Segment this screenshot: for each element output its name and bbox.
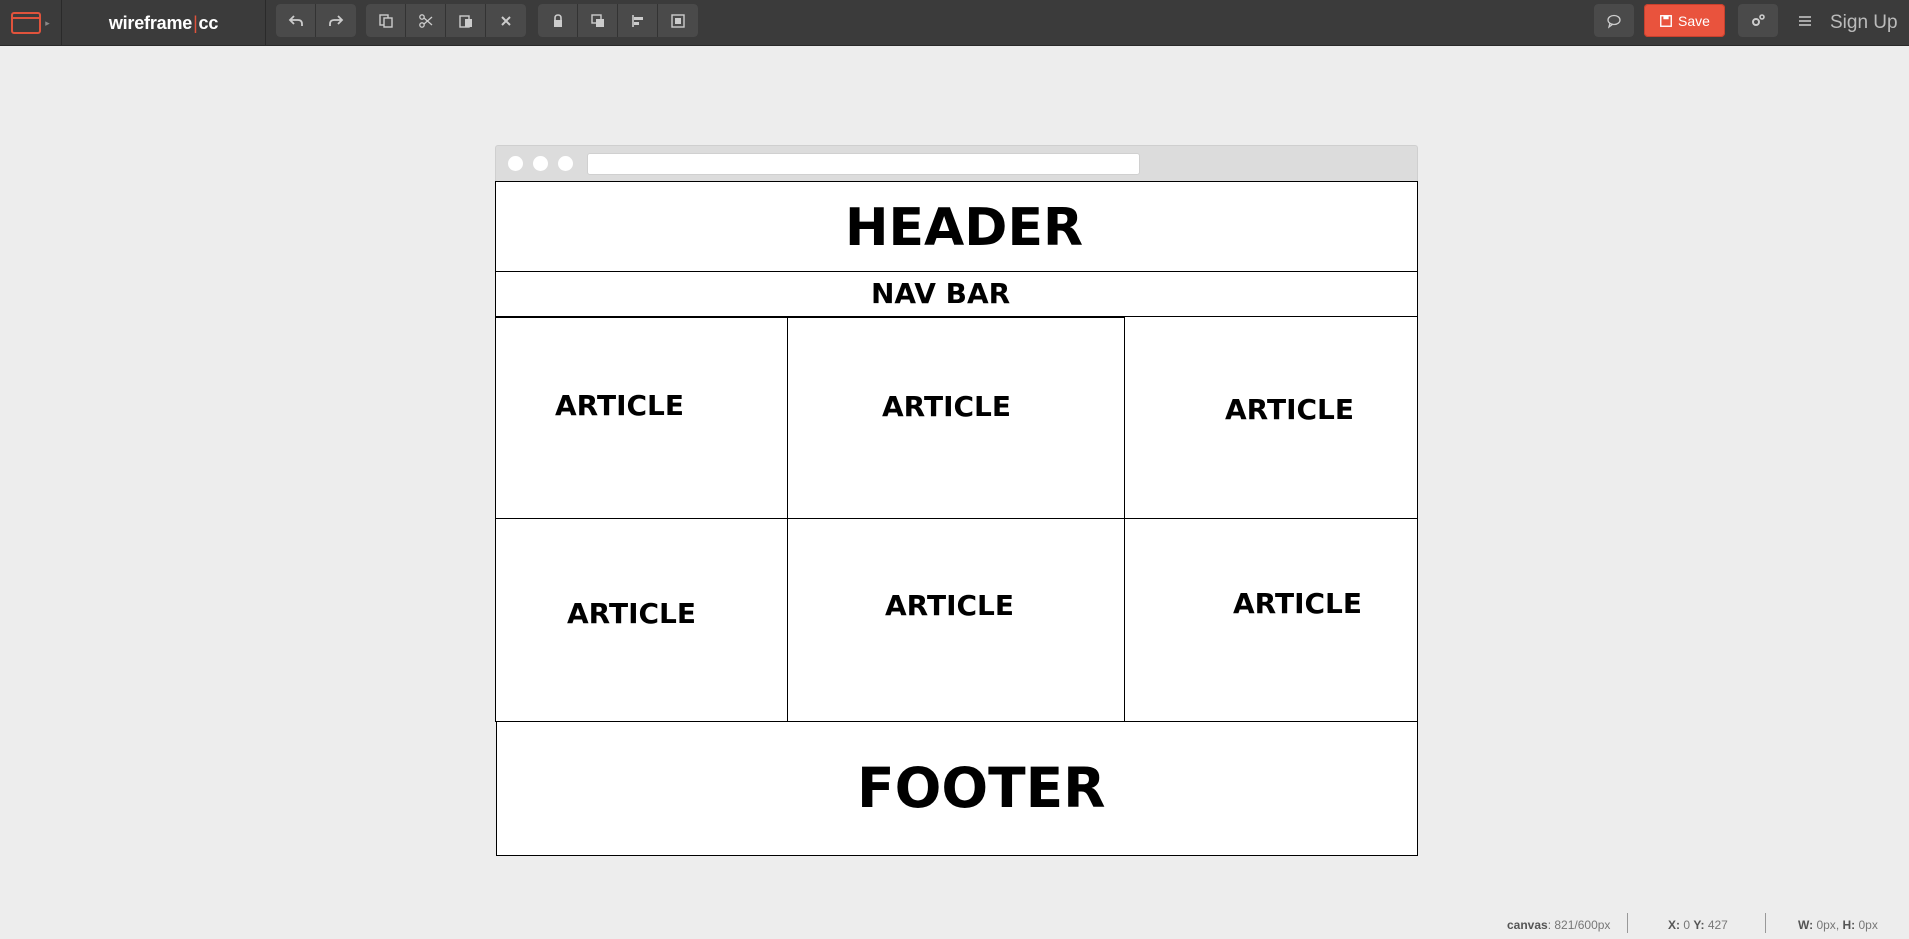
status-divider [1627,913,1628,933]
wireframe-footer[interactable]: FOOTER [496,721,1418,856]
wireframe-article[interactable]: ARTICLE [787,317,1125,519]
gears-icon [1752,13,1765,26]
arrange-group [538,4,698,37]
lock-button[interactable] [538,4,578,37]
settings-button[interactable] [1738,4,1778,37]
wireframe-article[interactable]: ARTICLE [1124,316,1418,519]
article-label: ARTICLE [555,389,685,422]
address-bar [587,153,1140,175]
hamburger-icon [1799,16,1811,26]
wireframe-article[interactable]: ARTICLE [1124,518,1418,722]
settings-group [1738,4,1778,37]
save-label: Save [1678,12,1710,29]
article-label: ARTICLE [1225,393,1355,426]
cut-icon [418,13,432,28]
cut-button[interactable] [406,4,446,37]
align-icon [631,14,643,27]
window-dot-icon [508,156,523,171]
brand-suffix: cc [198,12,219,33]
wireframe-article[interactable]: ARTICLE [787,518,1125,722]
canvas-size-value: 821/600px [1554,918,1611,932]
wireframe-article[interactable]: ARTICLE [495,518,788,722]
delete-icon [501,15,511,26]
speech-bubble-icon [1607,14,1621,29]
wireframe-article[interactable]: ARTICLE [495,317,788,519]
caret-right-icon: ▸ [45,17,50,28]
brand-separator: | [193,12,198,33]
brand-name: wireframe [108,12,193,33]
floppy-disk-icon [1660,14,1672,27]
comment-group [1594,4,1634,37]
y-label: Y: [1693,918,1705,932]
status-divider [1765,913,1766,933]
comment-button[interactable] [1594,4,1634,37]
align-button[interactable] [618,4,658,37]
y-value: 427 [1707,918,1728,932]
wireframe-header[interactable]: HEADER [495,181,1418,272]
undo-icon [288,14,303,26]
undo-button[interactable] [276,4,316,37]
lock-icon [553,13,562,27]
redo-button[interactable] [316,4,356,37]
footer-label: FOOTER [857,756,1106,820]
delete-button[interactable] [486,4,526,37]
group-button[interactable] [658,4,698,37]
article-label: ARTICLE [882,390,1012,423]
h-label: H: [1842,918,1856,932]
cursor-position-readout: X: 0 Y: 427 [1668,916,1728,934]
selection-size-readout: W: 0px, H: 0px [1798,918,1878,932]
menu-button[interactable] [1795,11,1815,31]
save-button[interactable]: Save [1644,4,1725,37]
sign-up-link[interactable]: Sign Up [1830,0,1898,46]
copy-button[interactable] [366,4,406,37]
window-icon [11,12,42,34]
app-menu-button[interactable]: ▸ [0,0,62,46]
group-icon [671,13,685,28]
paste-button[interactable] [446,4,486,37]
brand-logo: wireframe | cc [62,0,266,46]
wireframe-navbar[interactable]: NAV BAR [495,271,1418,317]
history-group [276,4,356,37]
header-label: HEADER [845,198,1084,258]
navbar-label: NAV BAR [871,277,1011,310]
article-label: ARTICLE [1233,587,1363,620]
article-label: ARTICLE [567,597,697,630]
w-label: W: [1798,918,1814,932]
article-label: ARTICLE [885,589,1015,622]
browser-chrome [495,145,1418,181]
canvas-size-label: canvas [1507,918,1548,932]
x-value: 0 [1683,918,1691,932]
copy-icon [378,13,393,28]
window-dot-icon [533,156,548,171]
x-label: X: [1668,918,1680,932]
bring-to-front-button[interactable] [578,4,618,37]
clipboard-group [366,4,526,37]
h-value: 0px [1858,918,1878,932]
top-toolbar: ▸ wireframe | cc Save Sign Up [0,0,1909,46]
redo-icon [329,14,344,26]
window-dot-icon [558,156,573,171]
canvas-size-readout: canvas: 821/600px [1507,918,1611,932]
w-value: 0px [1816,918,1836,932]
bring-to-front-icon [590,13,604,27]
paste-icon [458,14,472,28]
